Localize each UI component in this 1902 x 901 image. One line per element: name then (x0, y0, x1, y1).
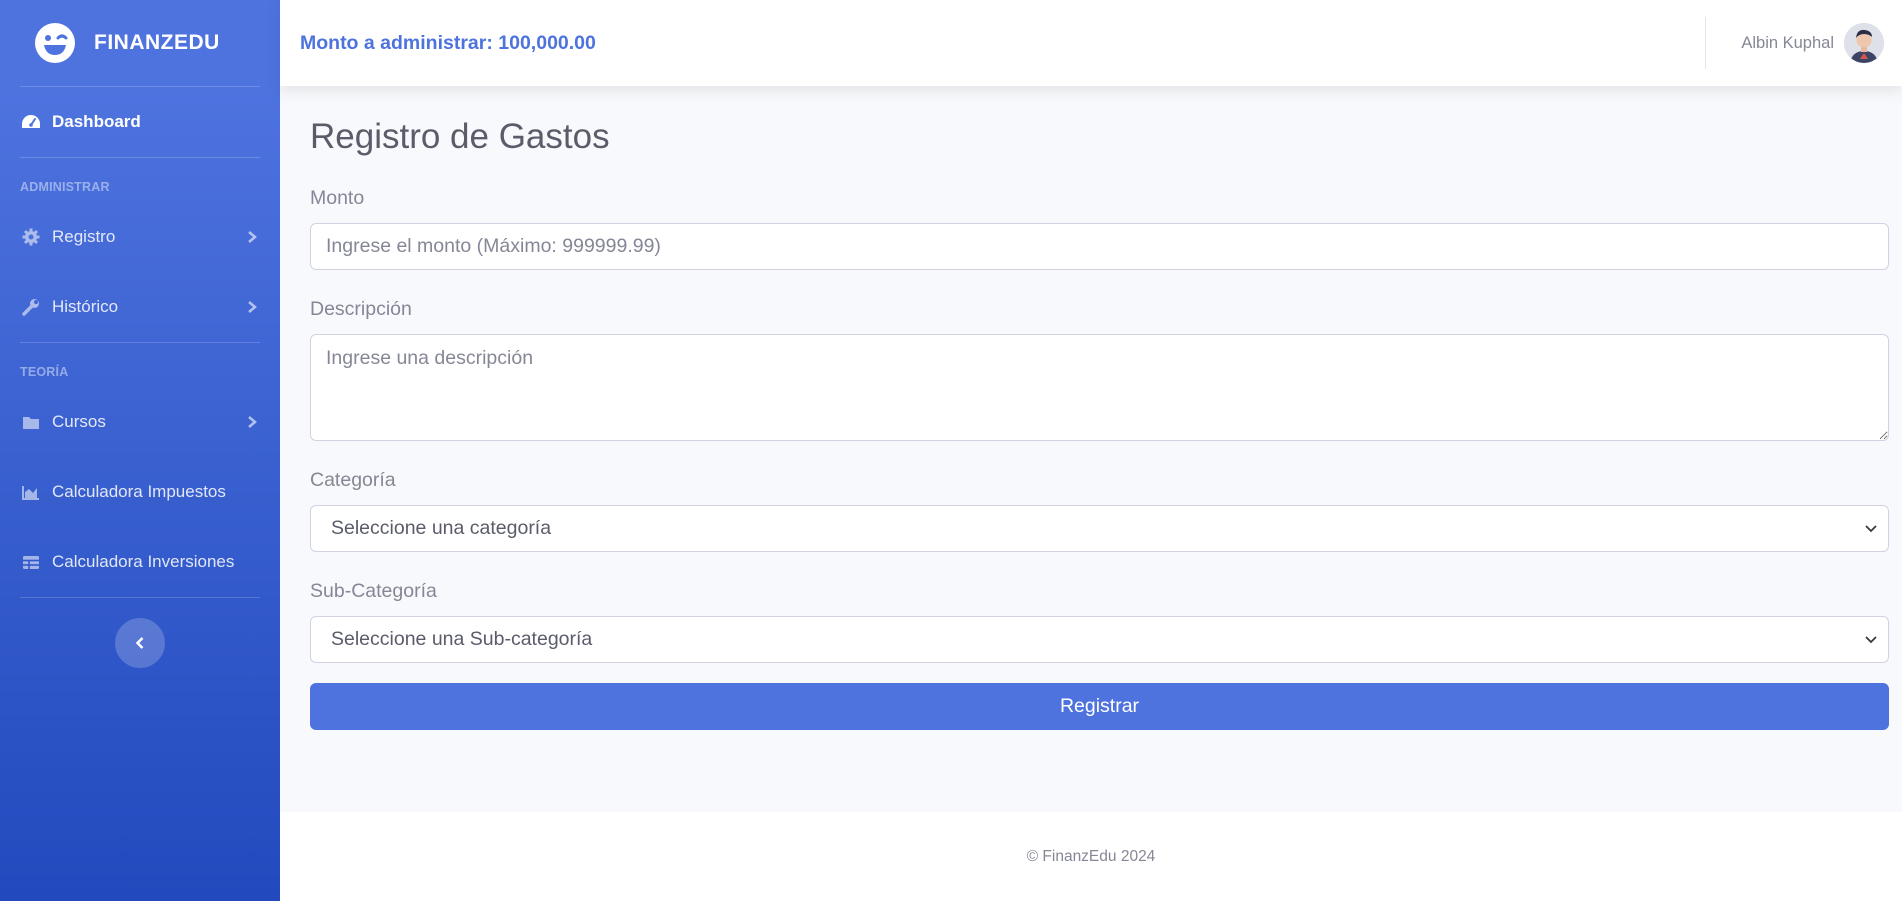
folder-icon (20, 413, 42, 431)
sidebar-item-label: Calculadora Inversiones (52, 552, 235, 571)
sidebar-heading-admin: ADMINISTRAR (20, 180, 110, 194)
categoria-select-value: Seleccione una categoría (331, 517, 552, 539)
chevron-down-icon (1865, 635, 1877, 643)
table-icon (20, 553, 42, 571)
categoria-label: Categoría (310, 469, 396, 491)
sidebar-item-cursos[interactable]: Cursos (0, 387, 280, 457)
sidebar-item-calculadora-impuestos[interactable]: Calculadora Impuestos (0, 457, 280, 527)
laugh-wink-icon (35, 23, 75, 63)
sidebar-item-historico[interactable]: Histórico (0, 272, 280, 342)
sidebar-item-dashboard[interactable]: Dashboard (0, 87, 280, 157)
sidebar-heading-teoria: TEORÍA (20, 365, 69, 379)
footer: © FinanzEdu 2024 (280, 812, 1902, 901)
sidebar-divider (20, 157, 260, 158)
chart-area-icon (20, 483, 42, 501)
sidebar-divider (20, 597, 260, 598)
chevron-down-icon (1865, 524, 1877, 532)
sidebar-toggle-button[interactable] (115, 618, 165, 668)
chevron-right-icon (248, 231, 257, 243)
main-content: Registro de Gastos Monto Descripción Cat… (310, 86, 1890, 730)
topbar: Monto a administrar: 100,000.00 Albin Ku… (280, 0, 1902, 86)
categoria-select[interactable]: Seleccione una categoría (310, 505, 1889, 552)
page-title: Registro de Gastos (310, 117, 610, 156)
chevron-right-icon (248, 301, 257, 313)
cog-icon (20, 228, 42, 246)
user-name[interactable]: Albin Kuphal (1741, 34, 1834, 53)
sidebar-item-label: Registro (52, 227, 116, 246)
wrench-icon (20, 298, 42, 316)
avatar[interactable] (1844, 23, 1884, 63)
amount-to-manage: Monto a administrar: 100,000.00 (300, 31, 596, 54)
copyright-text: © FinanzEdu 2024 (1026, 847, 1156, 865)
topbar-divider (1705, 17, 1707, 69)
chevron-right-icon (248, 416, 257, 428)
subcategoria-select-value: Seleccione una Sub-categoría (331, 628, 593, 650)
sidebar-item-label: Cursos (52, 412, 106, 431)
subcategoria-label: Sub-Categoría (310, 580, 437, 602)
monto-label: Monto (310, 187, 365, 209)
descripcion-textarea[interactable] (310, 334, 1889, 441)
sidebar: FINANZEDU Dashboard ADMINISTRAR Registro… (0, 0, 280, 901)
tachometer-icon (20, 113, 42, 131)
sidebar-item-label: Dashboard (52, 112, 141, 131)
monto-input[interactable] (310, 223, 1889, 270)
brand-name: FINANZEDU (94, 31, 220, 54)
brand[interactable]: FINANZEDU (0, 0, 280, 86)
sidebar-item-label: Histórico (52, 297, 119, 316)
sidebar-item-calculadora-inversiones[interactable]: Calculadora Inversiones (0, 527, 280, 597)
sidebar-item-registro[interactable]: Registro (0, 202, 280, 272)
sidebar-divider (20, 342, 260, 343)
chevron-left-icon (135, 637, 144, 649)
registrar-button[interactable]: Registrar (310, 683, 1889, 730)
user-menu[interactable]: Albin Kuphal (1705, 0, 1902, 86)
descripcion-label: Descripción (310, 298, 412, 320)
subcategoria-select[interactable]: Seleccione una Sub-categoría (310, 616, 1889, 663)
sidebar-item-label: Calculadora Impuestos (52, 482, 226, 501)
